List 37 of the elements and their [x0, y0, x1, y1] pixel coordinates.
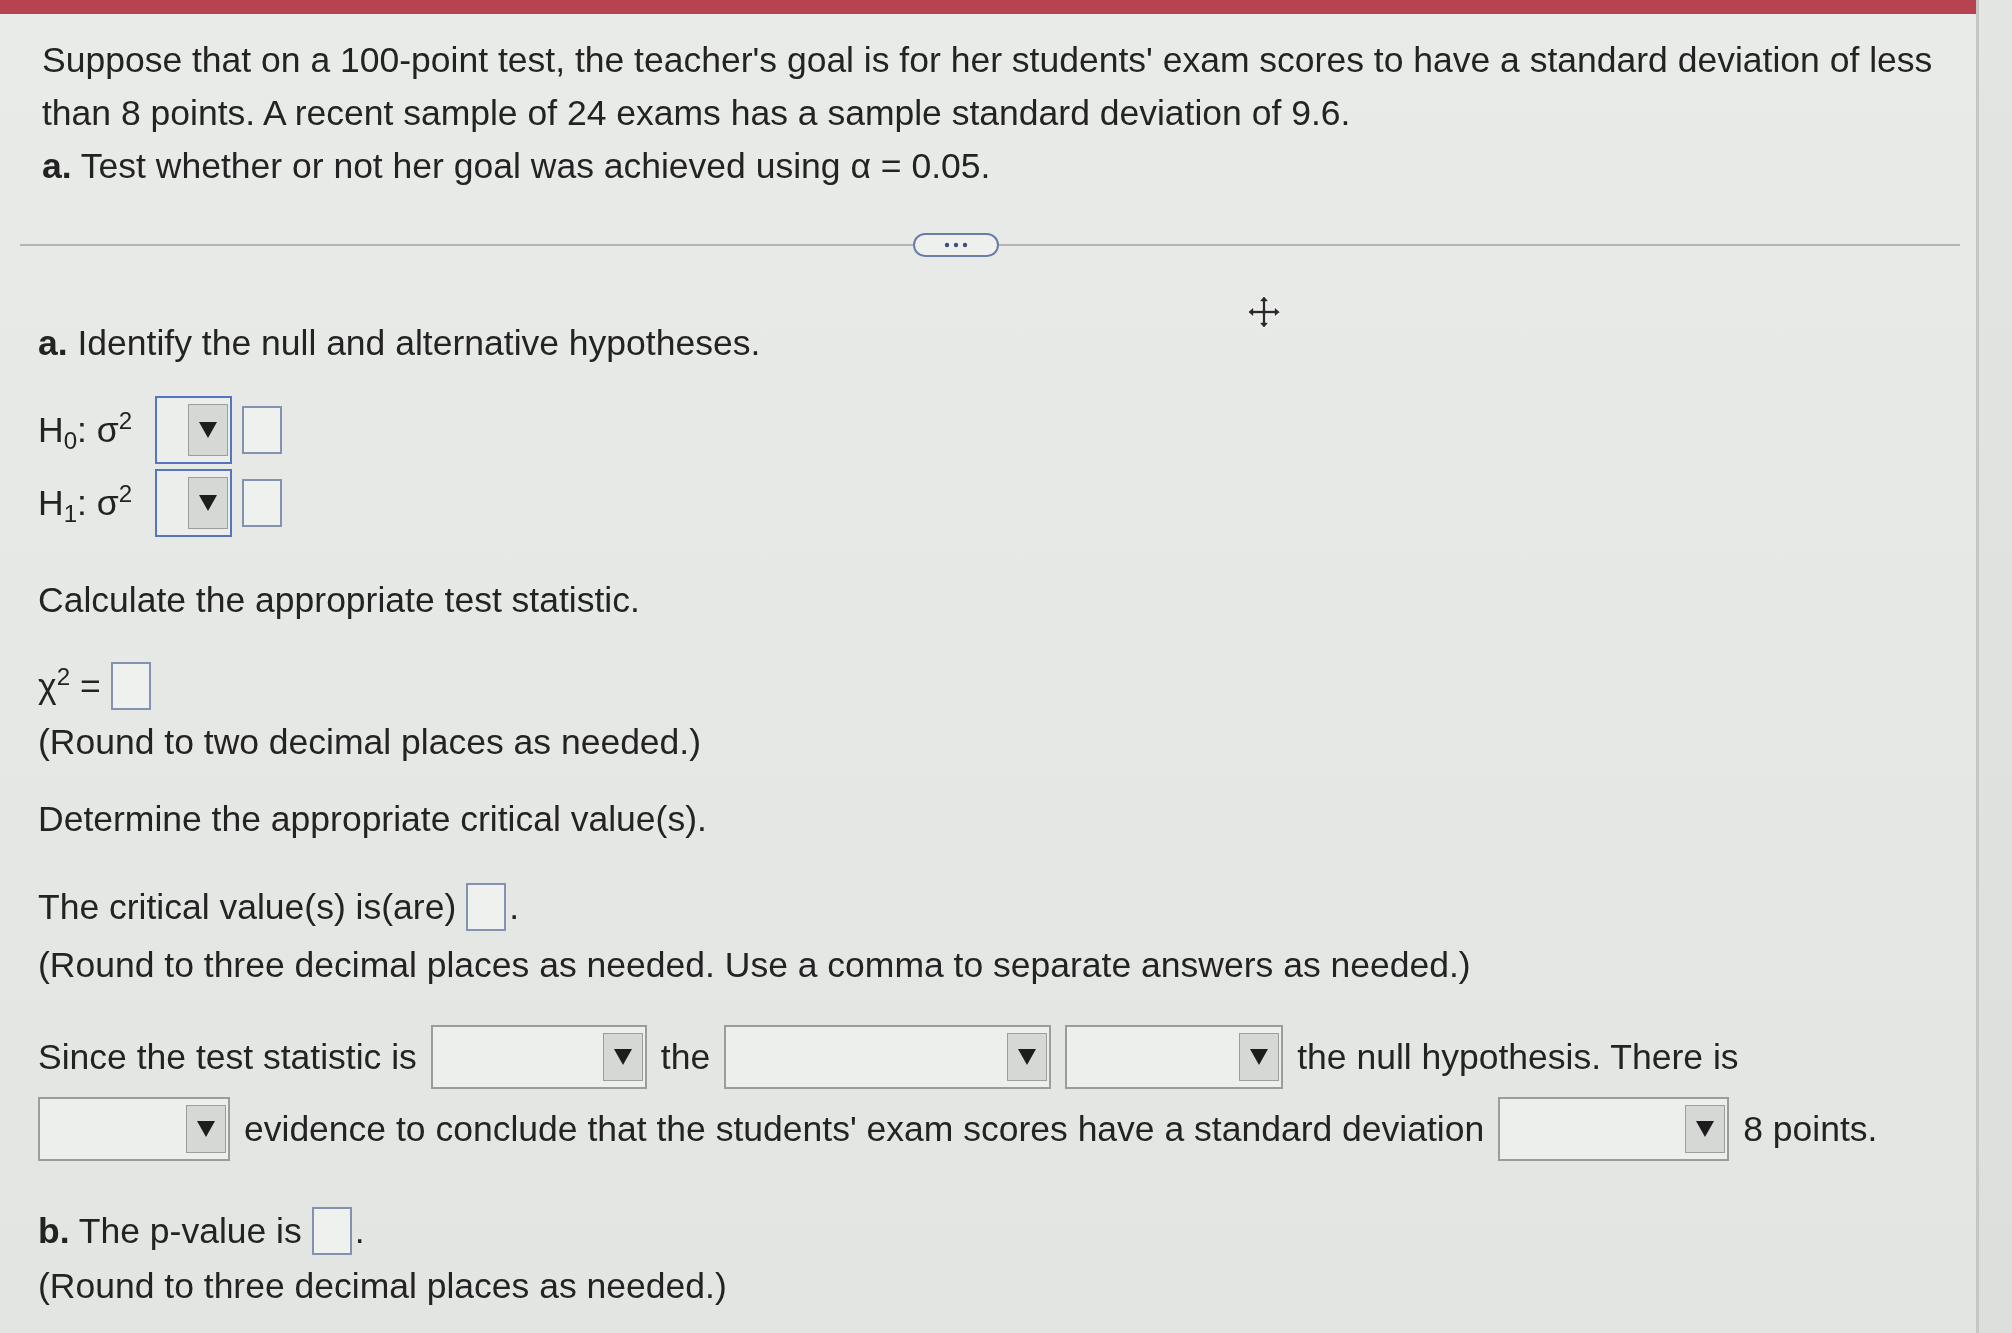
dropdown[interactable] [155, 469, 232, 537]
problem-statement: Suppose that on a 100-point test, the teacher's goal is for her students' exam scores to have a standard deviation of less than 8 points. A recent sample of 24 exams has a sample standard deviation of 9.6. [42, 39, 1934, 135]
conclusion-text: the [660, 1037, 711, 1077]
critical-value-heading: Determine the appropriate critical value(s). [38, 799, 707, 839]
dropdown[interactable] [155, 396, 232, 464]
caret-down-icon [1017, 1048, 1038, 1066]
ellipsis-icon [944, 242, 968, 248]
answer-box[interactable] [242, 479, 282, 527]
answer-box[interactable] [110, 662, 151, 710]
period-text: . [354, 1211, 365, 1251]
answer-box[interactable] [311, 1207, 352, 1255]
critical-value-label: The critical value(s) is(are) [38, 887, 457, 927]
conclusion-text: the null hypothesis. There is [1297, 1037, 1739, 1077]
caret-down-icon [198, 494, 218, 512]
chi-square-label: χ$^{2}$ = [38, 666, 101, 706]
rounding-note: (Round to three decimal places as needed.) [38, 1266, 727, 1306]
hypotheses-heading: a. Identify the null and alternative hypotheses. [38, 323, 761, 363]
test-statistic-heading: Calculate the appropriate test statistic. [38, 580, 640, 620]
conclusion-text: Since the test statistic is [38, 1037, 417, 1077]
period-text: . [509, 887, 520, 927]
rounding-note: (Round to three decimal places as needed. Use a comma to separate answers as needed.) [38, 945, 1471, 985]
answer-box[interactable] [466, 883, 507, 931]
more-button[interactable] [913, 233, 999, 257]
problem-task: a. Test whether or not her goal was achieved using α = 0.05. [42, 145, 992, 188]
caret-down-icon [1695, 1120, 1716, 1138]
rounding-note: (Round to two decimal places as needed.) [38, 722, 702, 762]
hypothesis-label: H$_{1}$: σ$^{2}$ [38, 483, 134, 523]
hypothesis-label: H$_{0}$: σ$^{2}$ [38, 410, 134, 450]
caret-down-icon [196, 1120, 216, 1138]
answer-box[interactable] [242, 406, 282, 454]
p-value-label: b. The p-value is [38, 1211, 302, 1251]
caret-down-icon [1249, 1048, 1270, 1066]
conclusion-text: 8 points. [1743, 1109, 1878, 1149]
caret-down-icon [198, 421, 218, 439]
caret-down-icon [612, 1048, 633, 1066]
move-icon[interactable] [1246, 294, 1282, 330]
conclusion-text: evidence to conclude that the students' exam scores have a standard deviation [244, 1109, 1485, 1149]
